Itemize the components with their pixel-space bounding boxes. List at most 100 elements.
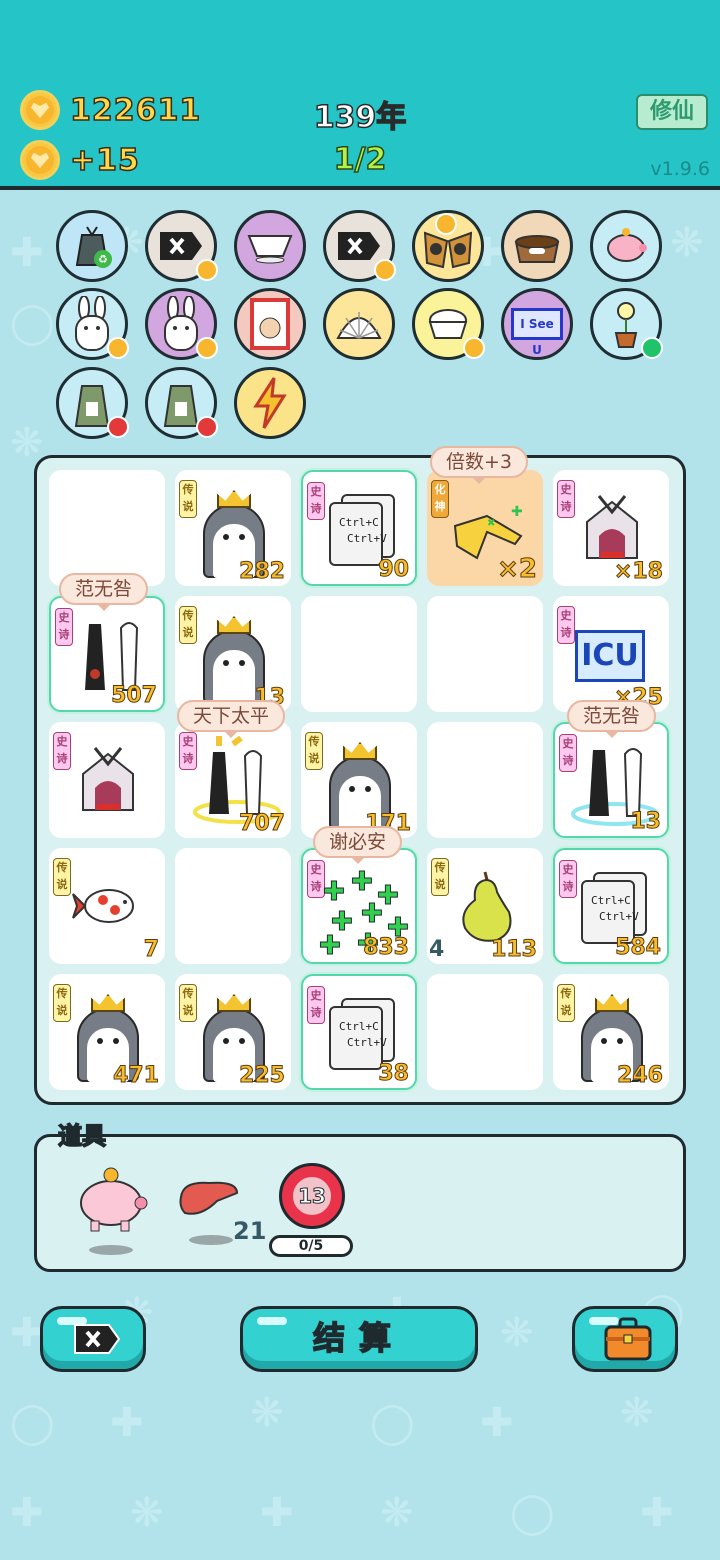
relic-bunny[interactable] <box>145 288 218 360</box>
coin-badge-icon <box>196 337 218 359</box>
relic-delete-tag[interactable] <box>145 210 218 282</box>
effect-bubble: 谢必安 <box>313 826 403 864</box>
svg-text:✚: ✚ <box>511 504 523 520</box>
board-cell-husky[interactable]: 传说 282 <box>175 470 291 586</box>
coin-counter: 122611 <box>20 90 201 130</box>
rarity-tag: 传说 <box>557 984 575 1022</box>
shadow <box>89 1245 133 1255</box>
relic-piggy-bank[interactable] <box>590 210 662 282</box>
board-cell-pointer[interactable]: 化神 ✚ ✖ ×2 <box>427 470 543 586</box>
board-cell-pear[interactable]: 传说 4 113 <box>427 848 543 964</box>
relic-time-magazine[interactable] <box>234 288 306 360</box>
income-amount: +15 <box>69 142 140 179</box>
shield-icon: 13 <box>279 1163 345 1229</box>
item-shield[interactable]: 13 0/5 <box>269 1163 355 1259</box>
rarity-tag: 史诗 <box>55 608 73 646</box>
svg-text:♻: ♻ <box>98 253 108 266</box>
item-liver[interactable]: 21 <box>177 1177 277 1257</box>
svg-text:✚: ✚ <box>323 877 345 907</box>
items-title: 道具 <box>57 1121 107 1151</box>
relic-bunny[interactable] <box>56 288 129 360</box>
board-cell-bunny-house[interactable]: 史诗 <box>49 722 165 838</box>
relic-recycle-bag[interactable]: ♻ <box>56 210 128 282</box>
cell-multiplier: ×18 <box>613 559 663 585</box>
sack-icon <box>74 385 110 427</box>
effect-bubble: 范无咎 <box>567 700 657 738</box>
item-piggy-bank[interactable] <box>75 1165 151 1255</box>
relic-shell[interactable] <box>323 288 395 360</box>
coin-badge-icon <box>374 259 396 281</box>
board-cell-empty[interactable] <box>301 596 417 712</box>
income-counter: +15 <box>20 140 140 180</box>
coin-badge-icon <box>435 213 457 235</box>
cell-value: 584 <box>615 935 662 961</box>
board-cell-boosted[interactable]: 史诗 ✚ ✚ ✚ ✚ ✚ ✚ ✚ ✚ 833 <box>301 848 417 964</box>
rice-bowl-icon <box>428 309 468 339</box>
settle-button[interactable]: 结算 <box>240 1306 478 1372</box>
coin-badge-icon <box>463 337 485 359</box>
pear-icon <box>462 871 512 942</box>
board-cell-husky[interactable]: 传说 471 <box>49 974 165 1090</box>
coin-badge-icon <box>107 337 129 359</box>
cell-value: 38 <box>378 1061 410 1087</box>
board-cell-ctrl[interactable]: 史诗 Ctrl+C Ctrl+V 90 <box>301 470 417 586</box>
board-cell-husky[interactable]: 传说 246 <box>553 974 669 1090</box>
board-cell-guardian[interactable]: 史诗 507 <box>49 596 165 712</box>
delete-tag-icon <box>160 232 202 260</box>
relic-sack[interactable] <box>56 367 129 439</box>
relic-i-see-u[interactable]: I See U <box>501 288 573 360</box>
relic-flower-pot[interactable] <box>590 288 663 360</box>
cell-value: 7 <box>143 937 159 963</box>
board-cell-empty[interactable] <box>427 722 543 838</box>
cell-value: 90 <box>378 557 410 583</box>
board-cell-empty[interactable] <box>427 596 543 712</box>
relic-lightning[interactable] <box>234 367 306 439</box>
items-panel: 21 13 0/5 <box>34 1134 686 1272</box>
board-cell-husky[interactable]: 传说 13 <box>175 596 291 712</box>
status-dot <box>641 337 663 359</box>
cell-value: 471 <box>113 1063 160 1089</box>
board-cell-ctrl[interactable]: 史诗 Ctrl+C Ctrl+V 38 <box>301 974 417 1090</box>
minus-badge-icon <box>107 416 129 438</box>
cultivate-button[interactable]: 修仙 <box>636 94 708 130</box>
delete-button[interactable] <box>40 1306 146 1372</box>
effect-bubble: 倍数+3 <box>430 446 529 484</box>
delete-tag-icon <box>338 232 380 260</box>
rarity-tag: 传说 <box>179 606 197 644</box>
board-cell-fish[interactable]: 传说 7 <box>49 848 165 964</box>
inventory-button[interactable] <box>572 1306 678 1372</box>
time-magazine-icon <box>250 298 290 350</box>
board-cell-husky[interactable]: 传说 225 <box>175 974 291 1090</box>
board-cell-ctrl[interactable]: 史诗 Ctrl+C Ctrl+V 584 <box>553 848 669 964</box>
koi-fish-icon <box>72 889 134 923</box>
item-count: 21 <box>233 1217 267 1245</box>
relic-delete-tag[interactable] <box>323 210 396 282</box>
rarity-tag: 史诗 <box>559 860 577 898</box>
relic-sack[interactable] <box>145 367 218 439</box>
relic-pet-bowl[interactable] <box>501 210 573 282</box>
relic-owl-mask[interactable] <box>412 210 484 282</box>
coin-amount: 122611 <box>69 92 202 129</box>
svg-text:✚: ✚ <box>361 899 383 929</box>
svg-text:✚: ✚ <box>351 867 373 897</box>
board-cell-guardian[interactable]: 史诗 707 <box>175 722 291 838</box>
board-cell-bunny-house[interactable]: 史诗 ×18 <box>553 470 669 586</box>
board-cell-empty[interactable] <box>49 470 165 586</box>
relic-gravy-boat[interactable] <box>234 210 306 282</box>
board-cell-husky[interactable]: 传说 171 <box>301 722 417 838</box>
shell-icon <box>336 312 382 339</box>
piggy-bank-icon <box>607 228 647 262</box>
board-cell-empty[interactable] <box>175 848 291 964</box>
relic-rice-bowl[interactable] <box>412 288 485 360</box>
board-cell-guardian[interactable]: 史诗 13 <box>553 722 669 838</box>
rarity-tag: 史诗 <box>557 480 575 518</box>
gravy-boat-icon <box>247 235 293 264</box>
board-cell-icu[interactable]: 史诗 ICU ×25 <box>553 596 669 712</box>
bunny-house-icon <box>82 747 134 811</box>
cell-value: 246 <box>617 1063 664 1089</box>
rarity-tag: 史诗 <box>53 732 71 770</box>
board-cell-empty[interactable] <box>427 974 543 1090</box>
shield-progress: 0/5 <box>269 1235 353 1257</box>
flower-pot-icon <box>614 302 638 348</box>
shield-value: 13 <box>290 1174 334 1218</box>
